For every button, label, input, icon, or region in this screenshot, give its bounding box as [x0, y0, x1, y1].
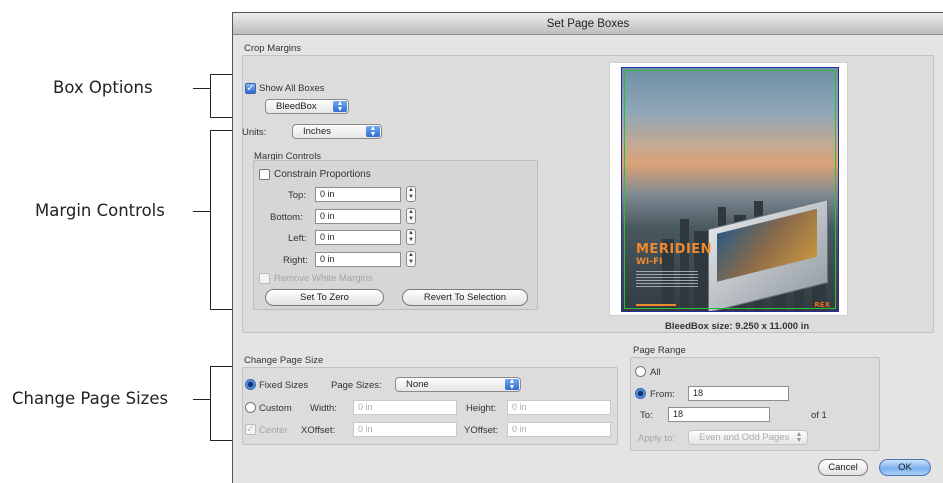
box-type-value: BleedBox — [276, 101, 317, 112]
apply-to-label: Apply to: — [638, 433, 675, 444]
from-label: From: — [650, 389, 675, 400]
bottom-margin-stepper[interactable]: ▲ ▼ — [406, 208, 416, 224]
select-arrows-icon: ▲ ▼ — [366, 125, 380, 138]
remove-white-margins-checkbox[interactable] — [259, 273, 270, 284]
units-value: Inches — [303, 126, 331, 137]
xoffset-label: XOffset: — [301, 425, 336, 436]
height-label: Height: — [466, 403, 497, 414]
page-preview: MERIDIEN WI-FI REX — [609, 62, 848, 316]
callout-change-page-sizes: Change Page Sizes — [12, 389, 169, 408]
right-margin-input[interactable]: 0 in — [315, 252, 401, 267]
select-arrows-icon: ▲ ▼ — [333, 100, 347, 113]
to-input[interactable]: 18 — [668, 407, 770, 422]
right-label: Right: — [283, 255, 308, 266]
remove-white-margins-label: Remove White Margins — [274, 273, 373, 284]
bottom-label: Bottom: — [270, 212, 303, 223]
show-all-boxes-checkbox[interactable]: ✓ — [245, 83, 256, 94]
left-margin-input[interactable]: 0 in — [315, 230, 401, 245]
callout-box-options: Box Options — [53, 78, 153, 97]
box-type-select[interactable]: BleedBox ▲ ▼ — [265, 99, 349, 114]
center-label: Center — [259, 425, 288, 436]
crop-margins-heading: Crop Margins — [244, 43, 302, 54]
page-sizes-select[interactable]: None ▲ ▼ — [395, 377, 521, 392]
dialog-title: Set Page Boxes — [233, 13, 943, 35]
constrain-proportions-checkbox[interactable] — [259, 169, 270, 180]
all-pages-radio[interactable] — [635, 366, 646, 377]
apply-to-value: Even and Odd Pages — [699, 432, 790, 443]
page-sizes-value: None — [406, 379, 429, 390]
width-input[interactable]: 0 in — [353, 400, 457, 415]
from-input[interactable]: 18 — [688, 386, 789, 401]
top-margin-input[interactable]: 0 in — [315, 187, 401, 202]
units-label: Units: — [242, 127, 267, 138]
page-range-heading: Page Range — [633, 345, 686, 356]
page-total-label: of 1 — [811, 410, 827, 421]
yoffset-input[interactable]: 0 in — [507, 422, 611, 437]
bottom-margin-input[interactable]: 0 in — [315, 209, 401, 224]
cancel-button[interactable]: Cancel — [818, 459, 868, 476]
left-margin-stepper[interactable]: ▲ ▼ — [406, 229, 416, 245]
custom-label: Custom — [259, 403, 292, 414]
set-page-boxes-dialog: Set Page Boxes Crop Margins ✓ Show All B… — [232, 12, 943, 483]
center-checkbox[interactable]: ✓ — [245, 424, 256, 435]
apply-to-select[interactable]: Even and Odd Pages ▲ ▼ — [688, 430, 808, 445]
ok-button[interactable]: OK — [879, 459, 931, 476]
fixed-sizes-radio[interactable] — [245, 379, 256, 390]
select-arrows-icon: ▲ ▼ — [795, 431, 803, 444]
width-label: Width: — [310, 403, 337, 414]
constrain-proportions-label: Constrain Proportions — [274, 169, 371, 180]
set-to-zero-button[interactable]: Set To Zero — [265, 289, 384, 306]
left-label: Left: — [288, 233, 307, 244]
bleedbox-size-label: BleedBox size: 9.250 x 11.000 in — [665, 321, 810, 332]
height-input[interactable]: 0 in — [507, 400, 611, 415]
right-margin-stepper[interactable]: ▲ ▼ — [406, 251, 416, 267]
change-page-size-heading: Change Page Size — [244, 355, 324, 366]
xoffset-input[interactable]: 0 in — [353, 422, 457, 437]
custom-radio[interactable] — [245, 402, 256, 413]
to-label: To: — [640, 410, 653, 421]
revert-to-selection-button[interactable]: Revert To Selection — [402, 289, 528, 306]
show-all-boxes-label: Show All Boxes — [259, 83, 325, 94]
page-sizes-label: Page Sizes: — [331, 380, 382, 391]
top-margin-stepper[interactable]: ▲ ▼ — [406, 186, 416, 202]
yoffset-label: YOffset: — [464, 425, 499, 436]
from-radio[interactable] — [635, 388, 646, 399]
callout-margin-controls: Margin Controls — [35, 201, 165, 220]
units-select[interactable]: Inches ▲ ▼ — [292, 124, 382, 139]
select-arrows-icon: ▲ ▼ — [505, 378, 519, 391]
all-pages-label: All — [650, 367, 661, 378]
top-label: Top: — [288, 190, 306, 201]
fixed-sizes-label: Fixed Sizes — [259, 380, 309, 391]
bleedbox-outline — [624, 70, 836, 309]
preview-page-image: MERIDIEN WI-FI REX — [621, 67, 839, 312]
